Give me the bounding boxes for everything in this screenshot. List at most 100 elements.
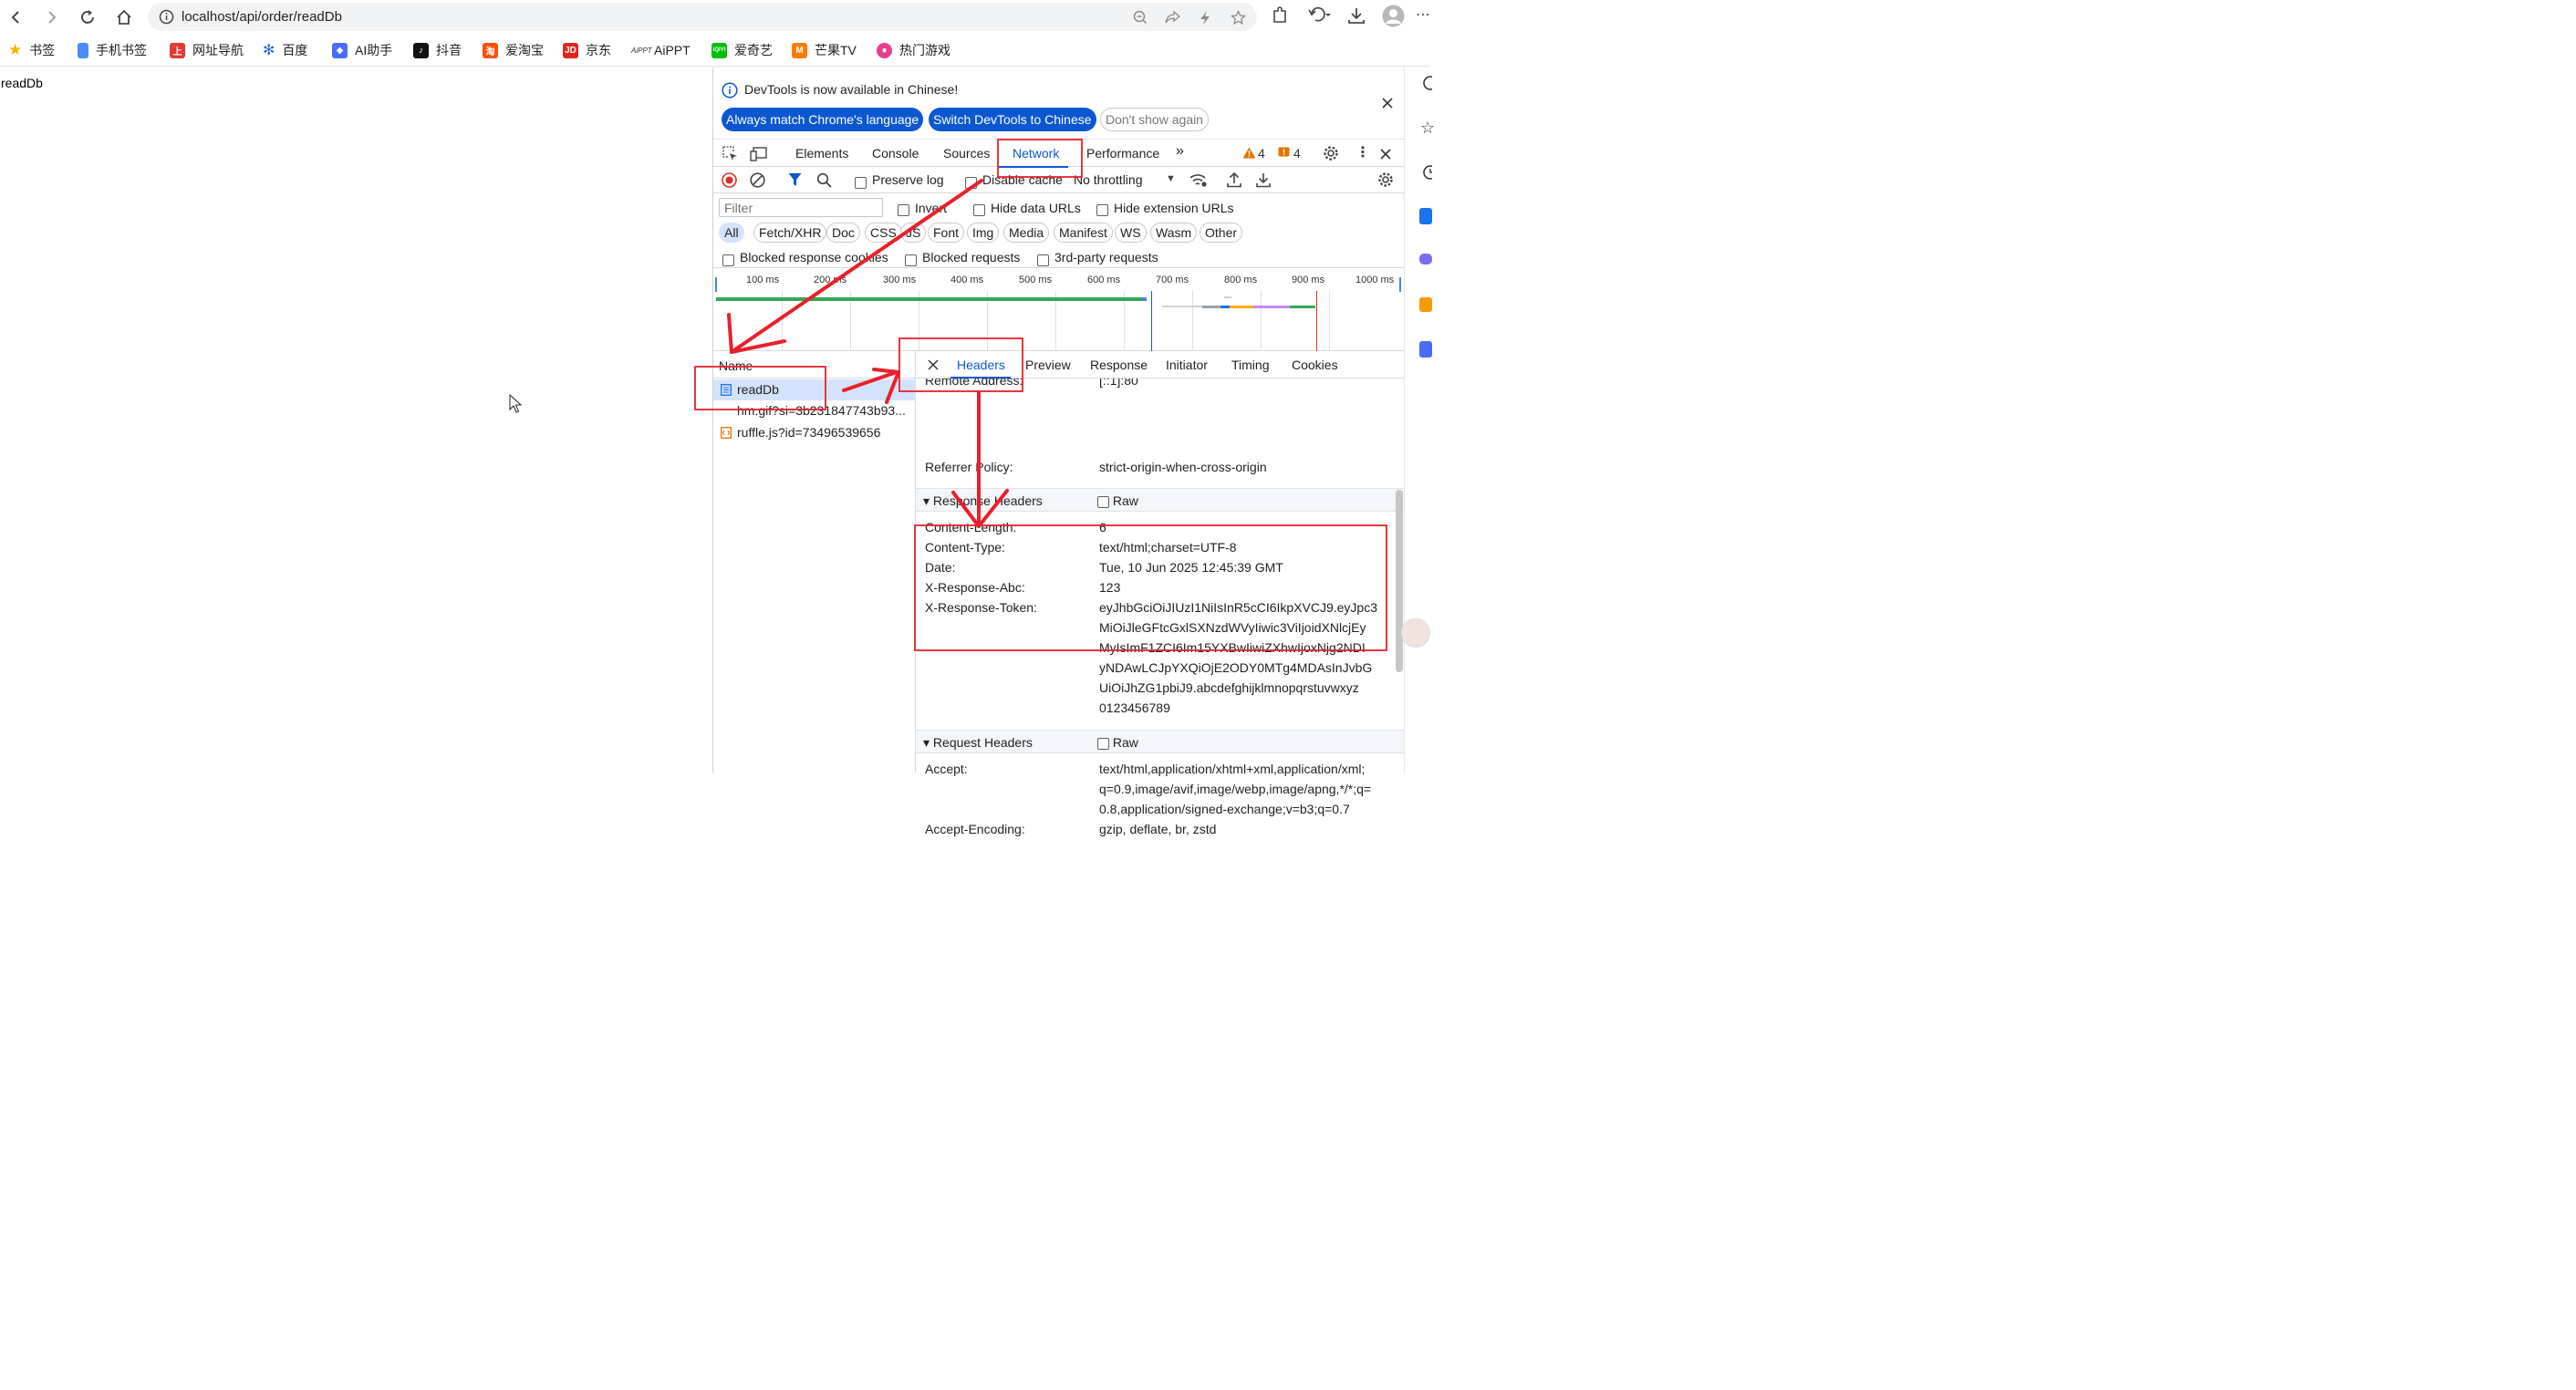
name-column-header[interactable]: Name	[719, 358, 753, 373]
tab-console[interactable]: Console	[872, 146, 919, 161]
clear-log-icon[interactable]	[750, 172, 765, 191]
type-filter-wasm[interactable]: Wasm	[1150, 223, 1198, 243]
tab-network[interactable]: Network	[1013, 146, 1059, 161]
more-tabs-icon[interactable]: »	[1176, 143, 1184, 160]
raw-toggle[interactable]: Raw	[1097, 735, 1138, 750]
third-party-requests-checkbox[interactable]	[1037, 252, 1049, 266]
bookmark-item[interactable]: ● 热门游戏	[877, 41, 950, 59]
type-filter-doc[interactable]: Doc	[826, 223, 860, 243]
response-headers-section[interactable]: ▾ Response Headers Raw	[916, 488, 1405, 512]
type-filter-img[interactable]: Img	[967, 223, 1000, 243]
bookmark-item[interactable]: 手机书签	[78, 41, 147, 59]
bookmark-item[interactable]: ★ 书签	[8, 41, 55, 59]
type-filter-manifest[interactable]: Manifest	[1054, 223, 1113, 243]
tab-elements[interactable]: Elements	[795, 146, 848, 161]
warning-triangle-icon[interactable]	[1242, 147, 1256, 161]
profile-avatar-icon[interactable]	[1382, 5, 1405, 30]
timeline-left-handle[interactable]	[715, 277, 717, 292]
network-conditions-icon[interactable]	[1189, 172, 1208, 191]
bookmark-item[interactable]: AiPPT AiPPT	[631, 41, 691, 59]
close-devtools-icon[interactable]	[1380, 148, 1391, 162]
device-toolbar-icon[interactable]	[750, 146, 767, 164]
bookmark-item[interactable]: ✻ 百度	[263, 41, 307, 59]
issue-flag-icon[interactable]	[1278, 147, 1290, 161]
zoom-icon[interactable]	[1133, 10, 1148, 27]
blocked-response-cookies-checkbox[interactable]	[722, 252, 734, 266]
dont-show-again-button[interactable]: Don't show again	[1100, 108, 1209, 131]
type-filter-all[interactable]: All	[719, 223, 744, 243]
detail-scrollbar[interactable]	[1396, 490, 1403, 672]
inspect-element-icon[interactable]	[722, 146, 738, 164]
bookmark-item[interactable]: JD 京东	[563, 41, 611, 59]
tab-performance[interactable]: Performance	[1086, 146, 1159, 161]
request-row[interactable]: ruffle.js?id=73496539656	[713, 422, 916, 443]
extensions-icon[interactable]	[1272, 6, 1288, 27]
tab-initiator[interactable]: Initiator	[1166, 358, 1208, 372]
hide-data-urls-checkbox[interactable]	[973, 202, 985, 216]
close-infobar-icon[interactable]	[1382, 97, 1393, 111]
devtools-menu-icon[interactable]: ⋮	[1356, 143, 1370, 161]
throttling-dropdown-icon[interactable]: ▼	[1166, 173, 1176, 184]
tab-timing[interactable]: Timing	[1231, 358, 1270, 372]
lightning-icon[interactable]	[1199, 10, 1211, 28]
tab-response[interactable]: Response	[1090, 358, 1148, 372]
tab-headers[interactable]: Headers	[957, 358, 1005, 372]
match-language-button[interactable]: Always match Chrome's language	[722, 108, 924, 131]
type-filter-ws[interactable]: WS	[1115, 223, 1147, 243]
network-settings-gear-icon[interactable]	[1377, 171, 1394, 191]
close-detail-icon[interactable]	[928, 358, 939, 373]
record-stop-icon[interactable]	[722, 172, 737, 191]
raw-toggle[interactable]: Raw	[1097, 493, 1138, 508]
download-icon[interactable]	[1347, 6, 1366, 27]
type-filter-other[interactable]: Other	[1200, 223, 1243, 243]
back-button[interactable]	[4, 5, 29, 30]
blocked-requests-checkbox[interactable]	[905, 252, 917, 266]
request-headers-section[interactable]: ▾ Request Headers Raw	[916, 730, 1405, 753]
translate-side-icon[interactable]	[1419, 208, 1432, 224]
tab-preview[interactable]: Preview	[1025, 358, 1071, 372]
history-side-icon[interactable]	[1421, 164, 1438, 183]
bookmark-item[interactable]: iQIYI 爱奇艺	[712, 41, 773, 59]
bookmark-item[interactable]: 淘 爱淘宝	[483, 41, 544, 59]
tab-cookies[interactable]: Cookies	[1292, 358, 1338, 372]
search-side-icon[interactable]	[1421, 75, 1438, 94]
toolbox-side-icon[interactable]	[1419, 297, 1432, 312]
site-info-icon[interactable]	[159, 9, 174, 27]
game-side-icon[interactable]	[1419, 254, 1432, 265]
type-filter-media[interactable]: Media	[1003, 223, 1050, 243]
filter-funnel-icon[interactable]	[788, 172, 802, 190]
home-button[interactable]	[111, 5, 137, 30]
switch-chinese-button[interactable]: Switch DevTools to Chinese	[929, 108, 1096, 131]
bookmark-star-icon[interactable]	[1230, 9, 1247, 28]
disable-cache-checkbox[interactable]	[965, 174, 977, 189]
more-menu-icon[interactable]: ⋯	[1416, 5, 1430, 24]
settings-gear-icon[interactable]	[1323, 145, 1339, 164]
import-har-icon[interactable]	[1227, 171, 1241, 191]
type-filter-css[interactable]: CSS	[865, 223, 902, 243]
type-filter-fetch-xhr[interactable]: Fetch/XHR	[753, 223, 827, 243]
network-overview-timeline[interactable]: 100 ms 200 ms 300 ms 400 ms 500 ms 600 m…	[713, 269, 1405, 351]
hide-extension-urls-checkbox[interactable]	[1096, 202, 1108, 216]
address-bar[interactable]: localhost/api/order/readDb	[148, 3, 1257, 31]
bookmark-item[interactable]: ♪ 抖音	[413, 41, 462, 59]
bookmark-item[interactable]: M 芒果TV	[792, 41, 857, 59]
ai-side-icon[interactable]	[1419, 341, 1432, 358]
invert-checkbox[interactable]	[898, 202, 909, 216]
preserve-log-checkbox[interactable]	[855, 174, 867, 189]
favorites-side-icon[interactable]: ☆	[1420, 119, 1435, 138]
forward-button[interactable]	[38, 5, 64, 30]
export-har-icon[interactable]	[1256, 171, 1271, 191]
assistant-avatar-icon[interactable]	[1401, 618, 1430, 648]
request-row[interactable]: hm.gif?si=3b231847743b93...	[713, 400, 916, 421]
type-filter-js[interactable]: JS	[900, 223, 927, 243]
reload-button[interactable]	[75, 5, 100, 30]
type-filter-font[interactable]: Font	[928, 223, 965, 243]
search-icon[interactable]	[816, 172, 832, 191]
history-undo-icon[interactable]	[1308, 6, 1332, 27]
share-icon[interactable]	[1165, 10, 1181, 27]
request-row[interactable]: readDb	[713, 379, 916, 400]
url-text[interactable]: localhost/api/order/readDb	[182, 9, 342, 25]
bookmark-item[interactable]: ◆ AI助手	[332, 41, 392, 59]
throttling-select[interactable]: No throttling	[1074, 172, 1142, 187]
bookmark-item[interactable]: 上 网址导航	[170, 41, 244, 59]
